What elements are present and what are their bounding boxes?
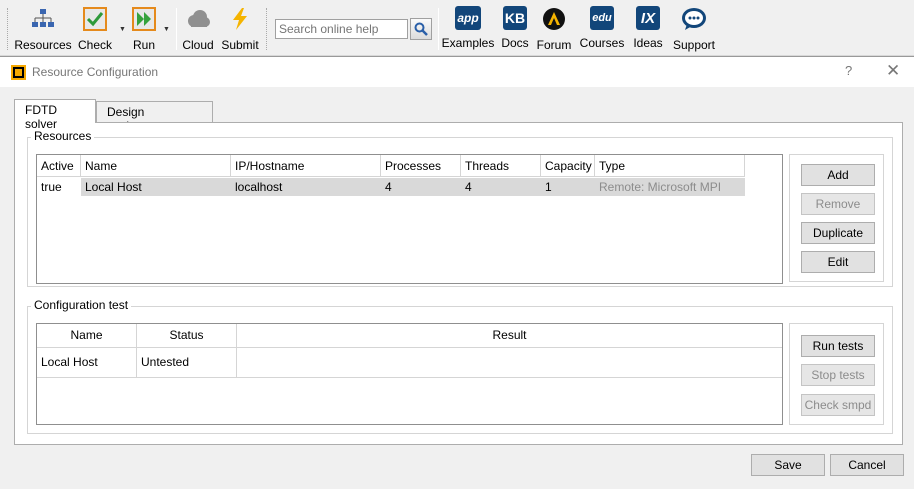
- column-header-name[interactable]: Name: [81, 155, 231, 177]
- toolbar-grip[interactable]: [266, 8, 269, 50]
- toolbar-separator: [176, 8, 177, 50]
- forum-icon: [541, 6, 567, 32]
- cell-threads: 4: [461, 178, 541, 196]
- close-button[interactable]: ✕: [886, 61, 900, 81]
- check-dropdown-arrow-icon[interactable]: ▼: [119, 26, 127, 34]
- cell-type: Remote: Microsoft MPI: [595, 178, 745, 196]
- run-dropdown-arrow-icon[interactable]: ▼: [163, 26, 171, 34]
- ideas-ix-icon: IX: [636, 6, 660, 30]
- courses-edu-icon: edu: [590, 6, 614, 30]
- support-label: Support: [672, 38, 716, 52]
- submit-button[interactable]: Submit: [221, 6, 259, 52]
- ideas-label: Ideas: [633, 36, 663, 50]
- stop-tests-button[interactable]: Stop tests: [801, 364, 875, 386]
- run-tests-button[interactable]: Run tests: [801, 335, 875, 357]
- configuration-test-group-title: Configuration test: [31, 298, 132, 312]
- examples-button[interactable]: app Examples: [442, 6, 494, 52]
- help-button[interactable]: ?: [845, 63, 852, 78]
- remove-button[interactable]: Remove: [801, 193, 875, 215]
- ideas-button[interactable]: IX Ideas: [633, 6, 663, 52]
- check-label: Check: [78, 38, 113, 52]
- examples-label: Examples: [441, 36, 495, 50]
- support-button[interactable]: Support: [673, 6, 715, 52]
- docs-label: Docs: [501, 36, 529, 50]
- cloud-button[interactable]: Cloud: [182, 6, 214, 52]
- courses-button[interactable]: edu Courses: [579, 6, 625, 52]
- column-header-threads[interactable]: Threads: [461, 155, 541, 177]
- resources-button[interactable]: Resources: [14, 6, 72, 52]
- run-icon: [131, 6, 157, 32]
- column-header-active[interactable]: Active: [37, 155, 81, 177]
- cell-processes: 4: [381, 178, 461, 196]
- cancel-button[interactable]: Cancel: [830, 454, 904, 476]
- toolbar-grip[interactable]: [7, 8, 10, 50]
- courses-label: Courses: [579, 36, 625, 50]
- cell-active: true: [41, 180, 62, 194]
- save-button[interactable]: Save: [751, 454, 825, 476]
- toolbar-separator: [438, 8, 439, 50]
- resources-label: Resources: [14, 38, 72, 52]
- resources-button-panel: Add Remove Duplicate Edit: [789, 154, 884, 282]
- app-logo-icon: [11, 65, 26, 80]
- search-icon: [414, 22, 428, 36]
- column-header-result[interactable]: Result: [237, 324, 782, 348]
- cloud-icon: [185, 6, 211, 32]
- dialog-title-bar: Resource Configuration ? ✕: [0, 57, 914, 87]
- column-header-capacity[interactable]: Capacity: [541, 155, 595, 177]
- config-test-button-panel: Run tests Stop tests Check smpd: [789, 323, 884, 425]
- column-header-ip-hostname[interactable]: IP/Hostname: [231, 155, 381, 177]
- check-button[interactable]: Check: [78, 6, 113, 52]
- cell-host: localhost: [231, 178, 381, 196]
- check-icon: [82, 6, 108, 32]
- run-label: Run: [132, 38, 155, 52]
- resources-table: Active Name IP/Hostname Processes Thread…: [36, 154, 783, 284]
- main-toolbar: Resources Check ▼ Run ▼ Cloud Submit app…: [0, 0, 914, 56]
- edit-button[interactable]: Edit: [801, 251, 875, 273]
- submit-label: Submit: [221, 38, 259, 52]
- column-header-name[interactable]: Name: [37, 324, 137, 348]
- tab-fdtd-solver[interactable]: FDTD solver: [14, 99, 96, 131]
- fdtd-solver-panel: Resources Active Name IP/Hostname Proces…: [14, 122, 903, 445]
- column-header-processes[interactable]: Processes: [381, 155, 461, 177]
- resources-group-title: Resources: [31, 129, 95, 143]
- run-button[interactable]: Run: [130, 6, 158, 52]
- configuration-test-table: Name Status Result Local Host Untested: [36, 323, 783, 425]
- search-button[interactable]: [410, 18, 432, 40]
- examples-app-icon: app: [455, 6, 481, 30]
- cell-result: [237, 348, 782, 378]
- docs-kb-icon: KB: [503, 6, 527, 30]
- cell-status: Untested: [137, 348, 237, 378]
- add-button[interactable]: Add: [801, 164, 875, 186]
- tab-design-environment[interactable]: Design environment: [96, 101, 213, 133]
- docs-button[interactable]: KB Docs: [501, 6, 529, 52]
- resources-icon: [30, 6, 56, 32]
- cloud-label: Cloud: [182, 38, 214, 52]
- duplicate-button[interactable]: Duplicate: [801, 222, 875, 244]
- forum-label: Forum: [536, 38, 572, 52]
- cell-name: Local Host: [81, 178, 231, 196]
- cell-name: Local Host: [37, 348, 137, 378]
- dialog-title: Resource Configuration: [32, 65, 159, 79]
- support-chat-icon: [681, 6, 707, 32]
- resource-configuration-dialog: Resource Configuration ? ✕ FDTD solver D…: [0, 56, 914, 489]
- cell-capacity: 1: [541, 178, 595, 196]
- column-header-status[interactable]: Status: [137, 324, 237, 348]
- lightning-icon: [227, 6, 253, 32]
- search-input[interactable]: [275, 19, 408, 39]
- column-header-type[interactable]: Type: [595, 155, 745, 177]
- forum-button[interactable]: Forum: [536, 6, 572, 52]
- check-smpd-button[interactable]: Check smpd: [801, 394, 875, 416]
- resources-group: Resources Active Name IP/Hostname Proces…: [27, 129, 893, 287]
- configuration-test-group: Configuration test Name Status Result Lo…: [27, 298, 893, 434]
